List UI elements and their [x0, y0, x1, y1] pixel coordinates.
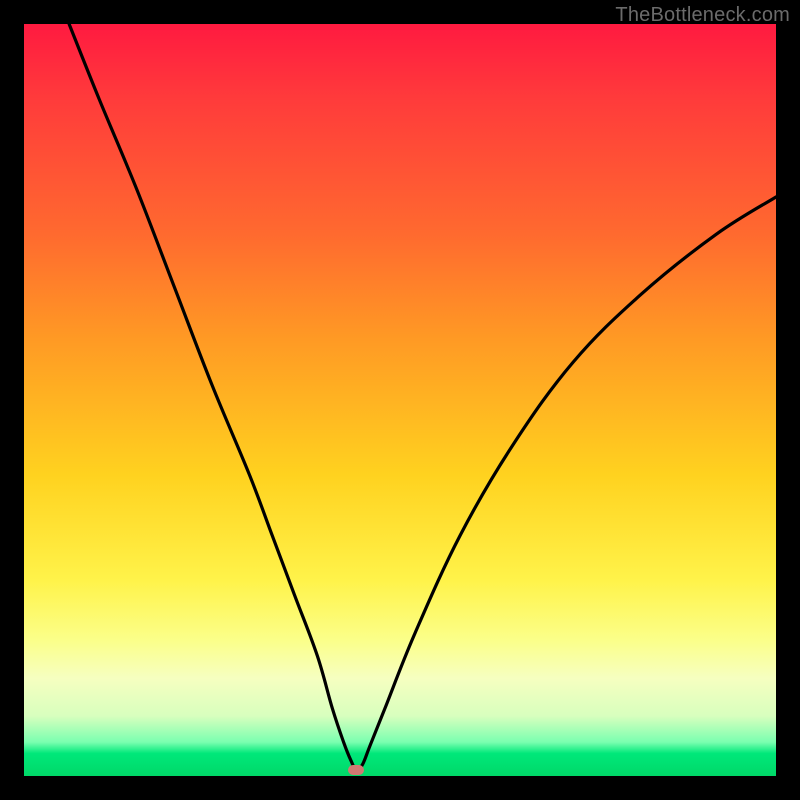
bottleneck-curve — [24, 24, 776, 776]
plot-area — [24, 24, 776, 776]
chart-frame: TheBottleneck.com — [0, 0, 800, 800]
optimum-marker — [348, 765, 364, 775]
